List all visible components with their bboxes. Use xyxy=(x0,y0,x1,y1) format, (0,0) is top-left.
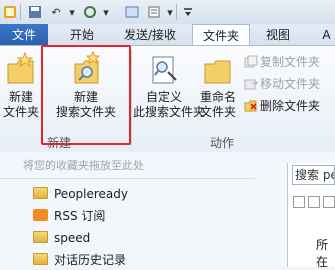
folder-label: RSS 订阅 xyxy=(54,209,106,223)
highlight-box xyxy=(41,45,131,145)
tab-home[interactable]: 开始 xyxy=(60,24,104,46)
qa-separator xyxy=(20,4,21,20)
tab-send-receive[interactable]: 发送/接收 xyxy=(112,24,188,46)
qa-dropdown-icon[interactable]: ▾ xyxy=(64,4,80,20)
move-folder-button[interactable]: 移动文件夹 xyxy=(244,76,320,93)
group-separator xyxy=(131,50,132,146)
folder-icon xyxy=(33,231,48,243)
folder-label: speed xyxy=(54,231,91,245)
search-input[interactable]: 搜索 pe xyxy=(292,165,335,185)
new-folder-label-1: 新建 xyxy=(8,90,33,104)
save-icon[interactable] xyxy=(27,4,43,20)
undo-icon[interactable]: ↶ xyxy=(48,4,64,20)
rss-icon xyxy=(33,209,48,221)
folder-label: Peopleready xyxy=(54,187,128,201)
new-folder-icon xyxy=(7,51,34,84)
tab-overflow[interactable]: A xyxy=(318,24,335,46)
title-bar: ↶ ▾ ▾ ▾ xyxy=(0,0,335,25)
customize-search-folder-button[interactable]: 自定义 此搜索文件夹 xyxy=(133,54,206,120)
new-folder-button[interactable]: 新建 文件夹 xyxy=(2,50,40,120)
category-filter-icon[interactable] xyxy=(323,196,335,208)
move-folder-label: 移动文件夹 xyxy=(260,77,321,91)
copy-folder-icon xyxy=(244,55,258,68)
move-folder-icon xyxy=(244,77,259,90)
attachment-filter-icon[interactable] xyxy=(293,196,305,208)
tab-file[interactable]: 文件 xyxy=(0,24,48,46)
qa-dropdown-icon-2[interactable]: ▾ xyxy=(98,4,114,20)
folder-icon xyxy=(33,253,48,265)
rename-label-2: 文件夹 xyxy=(199,105,236,119)
copy-folder-label: 复制文件夹 xyxy=(260,55,321,69)
tab-view[interactable]: 视图 xyxy=(258,24,298,46)
outlook-app-icon[interactable] xyxy=(2,4,18,20)
actions-group-label: 动作 xyxy=(210,136,235,150)
folder-item[interactable]: speed xyxy=(33,228,90,248)
favorites-drop-hint: 将您的收藏夹拖放至此处 xyxy=(23,159,144,172)
delete-folder-label: 删除文件夹 xyxy=(260,99,321,113)
arrange-by-label: 所在 xyxy=(316,238,329,269)
customize-qa-icon[interactable] xyxy=(180,4,196,20)
folder-item[interactable]: RSS 订阅 xyxy=(33,206,105,226)
rename-folder-button[interactable]: 重命名 文件夹 xyxy=(196,54,240,120)
folder-icon xyxy=(33,187,48,199)
folder-label: 对话历史记录 xyxy=(54,253,127,267)
reminder-filter-icon[interactable] xyxy=(308,196,320,208)
qa-separator-2 xyxy=(176,4,177,20)
rename-folder-icon xyxy=(204,60,231,84)
ribbon-tabs: 文件 开始 发送/接收 文件夹 视图 A xyxy=(0,24,335,47)
rename-label-1: 重命名 xyxy=(199,90,236,104)
customize-label-2: 此搜索文件夹 xyxy=(133,105,206,119)
tab-folder[interactable]: 文件夹 xyxy=(192,24,250,47)
customize-view-icon[interactable] xyxy=(124,4,140,20)
folder-item[interactable]: 对话历史记录 xyxy=(33,250,126,270)
new-folder-label-2: 文件夹 xyxy=(2,105,39,119)
folder-item[interactable]: Peopleready xyxy=(33,184,128,204)
copy-folder-button[interactable]: 复制文件夹 xyxy=(244,54,320,71)
delete-folder-icon xyxy=(244,99,258,112)
send-receive-icon[interactable] xyxy=(82,4,98,20)
window-list-icon[interactable] xyxy=(146,4,162,20)
favorites-separator xyxy=(0,178,255,179)
delete-folder-button[interactable]: 删除文件夹 xyxy=(244,98,320,115)
customize-search-folder-icon xyxy=(152,56,177,84)
customize-label-1: 自定义 xyxy=(145,90,182,104)
navigation-pane: 将您的收藏夹拖放至此处 Peopleready RSS 订阅 speed 对话历… xyxy=(0,152,335,267)
